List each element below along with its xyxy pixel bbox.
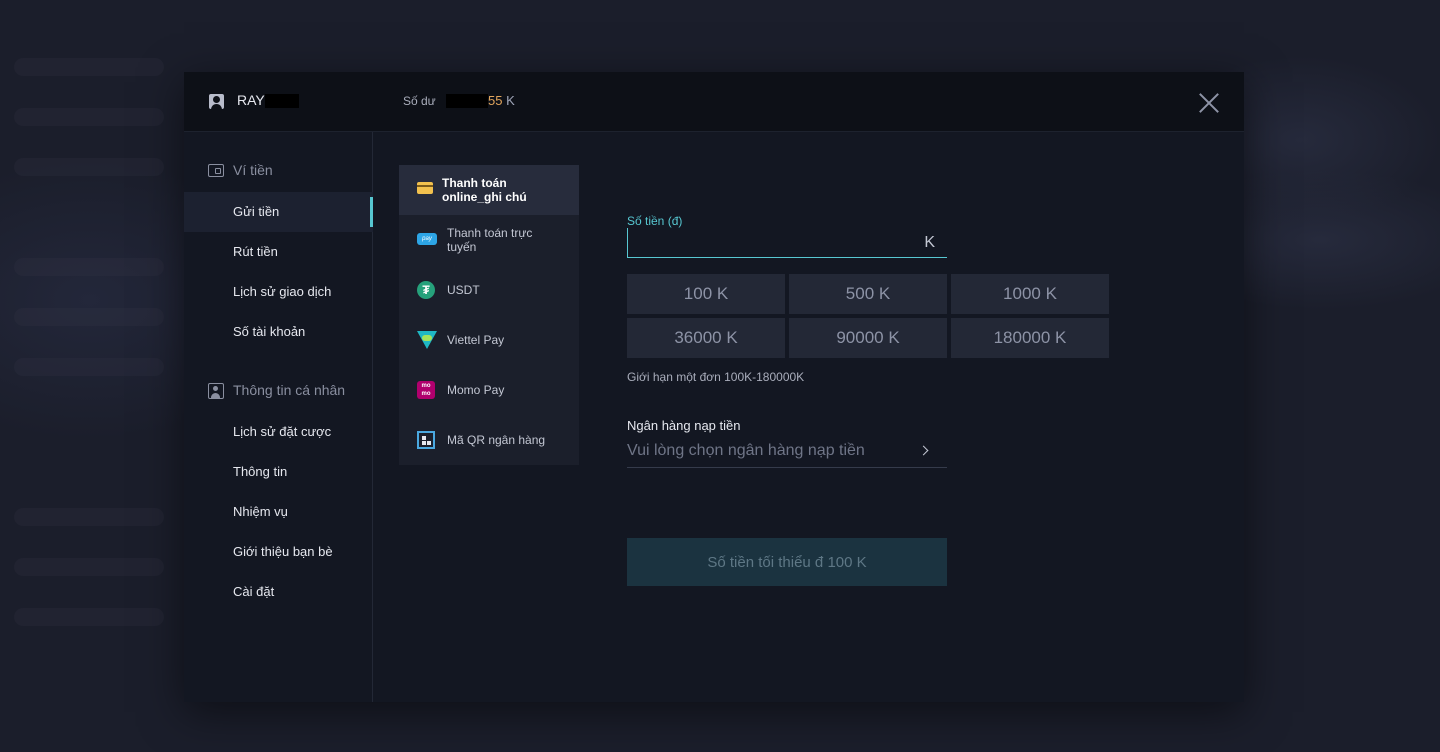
sidebar-item-settings[interactable]: Cài đặt: [184, 572, 373, 612]
amount-field: K: [627, 228, 947, 258]
backdrop-row: [14, 258, 164, 276]
sidebar-item-deposit[interactable]: Gửi tiền: [184, 192, 373, 232]
sidebar-item-account-number[interactable]: Số tài khoản: [184, 312, 373, 352]
sidebar: Ví tiền Gửi tiền Rút tiền Lịch sử giao d…: [184, 132, 373, 702]
momo-icon: mo mo: [417, 381, 435, 399]
backdrop-row: [14, 158, 164, 176]
method-label: Mã QR ngân hàng: [447, 433, 546, 447]
backdrop-row: [14, 108, 164, 126]
method-label: Viettel Pay: [447, 333, 505, 347]
sidebar-item-transaction-history[interactable]: Lịch sử giao dịch: [184, 272, 373, 312]
payment-method-list: Thanh toán online_ghi chú pay Thanh toán…: [399, 165, 579, 465]
method-label: tuyến: [447, 240, 477, 254]
user-icon: [209, 94, 224, 109]
bank-placeholder: Vui lòng chọn ngân hàng nạp tiền: [627, 442, 865, 459]
method-viettel-pay[interactable]: Viettel Pay: [399, 315, 579, 365]
sidebar-item-withdraw[interactable]: Rút tiền: [184, 232, 373, 272]
backdrop-row: [14, 508, 164, 526]
username: RAY: [237, 92, 265, 108]
method-momo-pay[interactable]: mo mo Momo Pay: [399, 365, 579, 415]
preset-1000k-button[interactable]: 1000 K: [951, 274, 1109, 314]
qr-icon: [417, 431, 435, 449]
pay-icon: pay: [417, 233, 437, 245]
backdrop-row: [14, 358, 164, 376]
preset-90000k-button[interactable]: 90000 K: [789, 318, 947, 358]
method-online-note[interactable]: Thanh toán online_ghi chú: [399, 165, 579, 215]
preset-500k-button[interactable]: 500 K: [789, 274, 947, 314]
sidebar-item-referral[interactable]: Giới thiệu bạn bè: [184, 532, 373, 572]
close-icon[interactable]: [1194, 88, 1224, 118]
method-usdt[interactable]: ₮ USDT: [399, 265, 579, 315]
backdrop-row: [14, 558, 164, 576]
person-icon: [208, 383, 224, 399]
usdt-icon: ₮: [417, 281, 435, 299]
backdrop-row: [14, 58, 164, 76]
amount-label: Số tiền (đ): [627, 214, 683, 228]
preset-100k-button[interactable]: 100 K: [627, 274, 785, 314]
method-online-payment[interactable]: pay Thanh toán trực tuyến: [399, 215, 579, 265]
method-label: Thanh toán trực: [447, 226, 533, 240]
bank-select[interactable]: Vui lòng chọn ngân hàng nạp tiền: [627, 438, 947, 468]
card-icon: [417, 182, 433, 194]
redacted-balance: [446, 94, 488, 108]
backdrop-row: [14, 308, 164, 326]
sidebar-item-info[interactable]: Thông tin: [184, 452, 373, 492]
modal-header: RAY Số dư 55 K: [184, 72, 1244, 132]
bank-label: Ngân hàng nạp tiền: [627, 418, 741, 433]
method-label: online_ghi chú: [442, 190, 527, 204]
chevron-right-icon: [918, 445, 929, 456]
backdrop-row: [14, 608, 164, 626]
deposit-modal: RAY Số dư 55 K Ví tiền Gửi tiền Rút tiền…: [184, 72, 1244, 702]
balance-label: Số dư: [403, 94, 436, 108]
wallet-icon: [208, 164, 224, 177]
viettel-pay-icon: [417, 331, 437, 349]
preset-36000k-button[interactable]: 36000 K: [627, 318, 785, 358]
method-label: Thanh toán: [442, 176, 507, 190]
amount-input[interactable]: [627, 228, 917, 258]
sidebar-item-missions[interactable]: Nhiệm vụ: [184, 492, 373, 532]
balance-value: 55 K: [488, 93, 515, 108]
preset-180000k-button[interactable]: 180000 K: [951, 318, 1109, 358]
sidebar-item-bet-history[interactable]: Lịch sử đặt cược: [184, 412, 373, 452]
submit-button[interactable]: Số tiền tối thiểu đ 100 K: [627, 538, 947, 586]
method-label: USDT: [447, 283, 480, 297]
amount-unit: K: [924, 234, 935, 251]
limit-note: Giới hạn một đơn 100K-180000K: [627, 370, 805, 384]
redacted-username: [265, 94, 299, 108]
method-bank-qr[interactable]: Mã QR ngân hàng: [399, 415, 579, 465]
method-label: Momo Pay: [447, 383, 505, 397]
